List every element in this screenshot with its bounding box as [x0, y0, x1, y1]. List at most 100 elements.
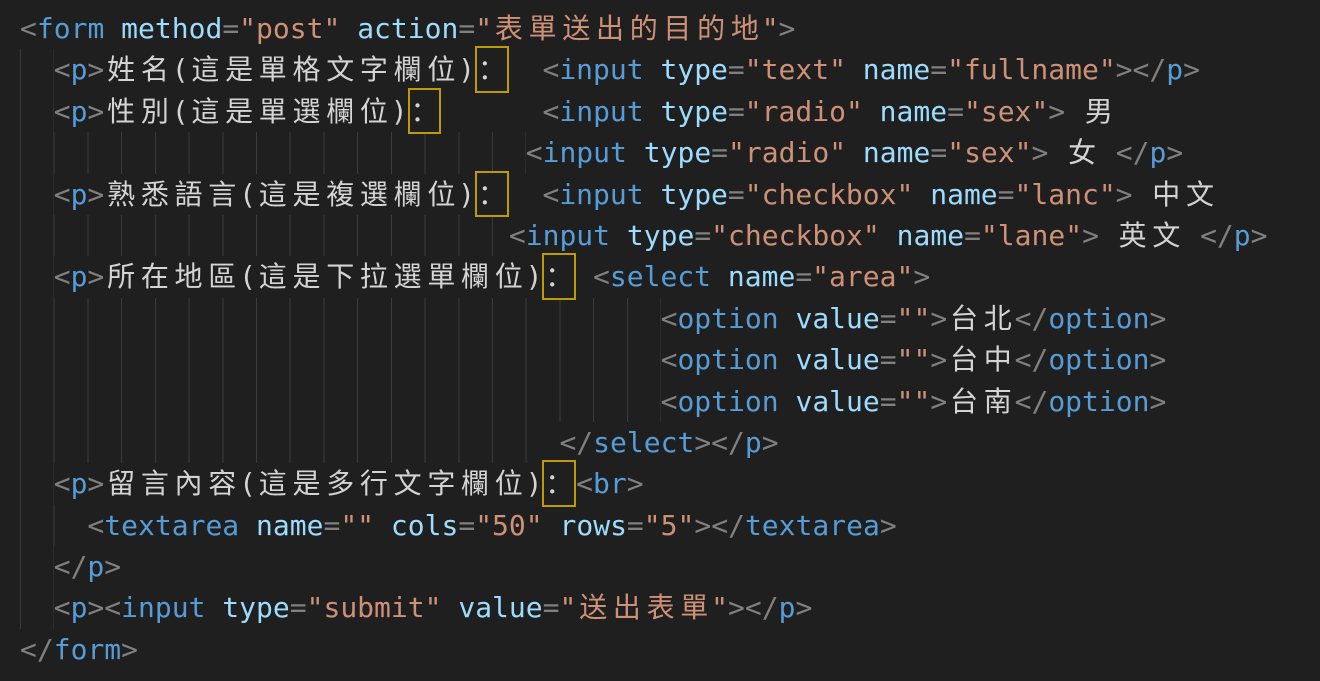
- code-text: [627, 136, 644, 169]
- syntax-punctuation: =: [795, 260, 812, 293]
- syntax-punctuation: =: [930, 136, 947, 169]
- cjk-char: 台: [947, 298, 981, 339]
- cjk-char: 中: [1149, 174, 1183, 215]
- code-text: [441, 591, 458, 624]
- syntax-string: "post": [239, 12, 340, 45]
- cjk-char: 位: [357, 91, 391, 132]
- syntax-punctuation: >: [795, 591, 812, 624]
- syntax-attribute-name: type: [222, 591, 289, 624]
- syntax-tag-name: select: [610, 260, 711, 293]
- code-text: [576, 260, 593, 293]
- syntax-tag-name: select: [593, 426, 694, 459]
- code-text: 台中: [947, 343, 1014, 376]
- code-text: [863, 95, 880, 128]
- code-text: [644, 53, 661, 86]
- syntax-punctuation: <: [54, 95, 71, 128]
- syntax-attribute-name: type: [660, 53, 727, 86]
- syntax-tag-name: input: [559, 53, 643, 86]
- syntax-punctuation: >: [930, 343, 947, 376]
- cjk-char: 下: [323, 256, 357, 297]
- syntax-punctuation: <: [661, 302, 678, 335]
- syntax-string: "lanc": [1015, 178, 1116, 211]
- syntax-punctuation: =: [930, 53, 947, 86]
- syntax-punctuation: =: [627, 509, 644, 542]
- syntax-tag-name: p: [71, 95, 88, 128]
- syntax-punctuation: <: [54, 467, 71, 500]
- syntax-punctuation: <: [54, 591, 71, 624]
- syntax-attribute-name: name: [728, 260, 795, 293]
- code-text: [509, 53, 543, 86]
- cjk-char: 內: [172, 463, 206, 504]
- code-text: 女: [1048, 136, 1115, 169]
- syntax-tag-name: option: [677, 302, 778, 335]
- cjk-char: 南: [981, 381, 1015, 422]
- cjk-char: 所: [104, 256, 138, 297]
- syntax-punctuation: =: [290, 591, 307, 624]
- syntax-attribute-name: cols: [391, 509, 458, 542]
- unicode-highlight-box: ：: [475, 174, 509, 215]
- code-text: 熟悉語言(這是複選欄位): [104, 178, 475, 211]
- syntax-punctuation: >: [1116, 178, 1133, 211]
- code-text: [509, 178, 543, 211]
- syntax-punctuation: =: [880, 302, 897, 335]
- cjk-char: 表: [644, 587, 678, 628]
- cjk-char: 單: [256, 49, 290, 90]
- syntax-tag-name: p: [71, 53, 88, 86]
- indent-guides: [20, 215, 509, 256]
- cjk-char: 這: [189, 49, 223, 90]
- cjk-char: 這: [256, 256, 290, 297]
- cjk-char: 悉: [138, 174, 172, 215]
- syntax-punctuation: ></: [694, 509, 745, 542]
- syntax-punctuation: >: [779, 12, 796, 45]
- syntax-punctuation: >: [1166, 136, 1183, 169]
- syntax-string: "表單送出的目的地": [475, 12, 778, 45]
- code-line: <p>所在地區(這是下拉選單欄位)： <select name="area">: [20, 256, 1320, 297]
- syntax-tag-name: p: [71, 467, 88, 500]
- code-text: [205, 591, 222, 624]
- syntax-punctuation: </: [1015, 385, 1049, 418]
- syntax-punctuation: <: [87, 509, 104, 542]
- code-line: <p>熟悉語言(這是複選欄位)： <input type="checkbox" …: [20, 174, 1320, 215]
- indent-guides: [20, 505, 87, 546]
- code-text: [610, 219, 627, 252]
- code-text: [846, 136, 863, 169]
- syntax-tag-name: option: [677, 385, 778, 418]
- syntax-punctuation: <: [20, 12, 37, 45]
- syntax-string: "送出表單": [559, 591, 728, 624]
- cjk-char: 欄: [458, 256, 492, 297]
- syntax-punctuation: ></: [728, 591, 779, 624]
- syntax-punctuation: </: [1200, 219, 1234, 252]
- code-text: 男: [1065, 95, 1116, 128]
- code-editor[interactable]: <form method="post" action="表單送出的目的地"><p…: [0, 0, 1320, 681]
- code-line: <option value="">台南</option>: [20, 381, 1320, 422]
- code-text: [441, 95, 542, 128]
- syntax-attribute-name: name: [256, 509, 323, 542]
- code-line: </form>: [20, 629, 1320, 670]
- syntax-punctuation: >: [1032, 136, 1049, 169]
- syntax-punctuation: >: [880, 509, 897, 542]
- syntax-punctuation: >: [1149, 302, 1166, 335]
- cjk-char: 在: [138, 256, 172, 297]
- cjk-char: 位: [424, 174, 458, 215]
- syntax-punctuation: >: [87, 53, 104, 86]
- syntax-string: "5": [644, 509, 695, 542]
- syntax-string: "": [897, 302, 931, 335]
- cjk-char: 文: [1183, 174, 1217, 215]
- cjk-char: 送: [559, 8, 593, 49]
- cjk-char: 熟: [104, 174, 138, 215]
- indent-guides: [20, 339, 661, 380]
- cjk-char: 容: [205, 463, 239, 504]
- indent-guides: [20, 587, 54, 628]
- code-text: [913, 178, 930, 211]
- syntax-attribute-name: type: [627, 219, 694, 252]
- cjk-char: 文: [1150, 215, 1184, 256]
- syntax-punctuation: =: [222, 12, 239, 45]
- syntax-punctuation: <: [593, 260, 610, 293]
- cjk-char: 是: [222, 49, 256, 90]
- cjk-char: 區: [205, 256, 239, 297]
- syntax-attribute-name: name: [897, 219, 964, 252]
- cjk-char: 言: [205, 174, 239, 215]
- code-line: <input type="checkbox" name="lane"> 英文 <…: [20, 215, 1320, 256]
- cjk-char: 選: [357, 174, 391, 215]
- cjk-char: 性: [104, 91, 138, 132]
